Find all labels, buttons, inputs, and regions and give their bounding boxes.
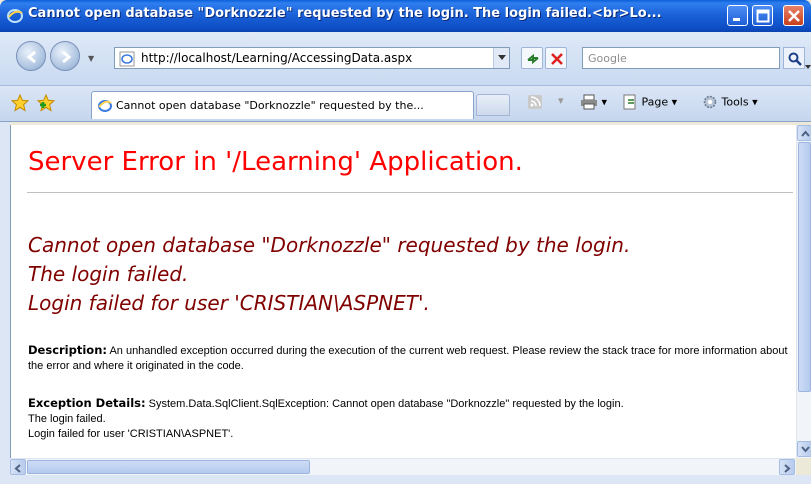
close-icon bbox=[788, 10, 800, 22]
error-line: Cannot open database "Dorknozzle" reques… bbox=[28, 233, 631, 257]
search-options-icon[interactable] bbox=[805, 55, 811, 74]
chevron-down-icon bbox=[498, 55, 506, 60]
scroll-thumb[interactable] bbox=[798, 142, 811, 392]
chevron-left-icon bbox=[14, 464, 21, 473]
vertical-scrollbar[interactable] bbox=[796, 125, 811, 458]
divider bbox=[27, 192, 793, 193]
feeds-button[interactable] bbox=[527, 94, 543, 114]
add-favorite-icon[interactable] bbox=[37, 94, 55, 112]
ie-page-icon bbox=[98, 100, 112, 112]
scroll-right-button[interactable] bbox=[779, 459, 795, 475]
print-button[interactable]: ▾ bbox=[580, 94, 607, 114]
title-bar: Cannot open database "Dorknozzle" reques… bbox=[0, 0, 811, 32]
description-text: An unhandled exception occurred during t… bbox=[28, 345, 788, 372]
back-button[interactable] bbox=[16, 41, 46, 71]
exception-label: Exception Details: bbox=[28, 396, 146, 410]
tab-label: Cannot open database "Dorknozzle" reques… bbox=[116, 99, 424, 112]
description-label: Description: bbox=[28, 343, 107, 357]
error-line: Login failed for user 'CRISTIAN\ASPNET'. bbox=[28, 291, 430, 315]
maximize-button[interactable] bbox=[752, 5, 773, 26]
favorites-star-icon[interactable] bbox=[11, 94, 29, 112]
address-dropdown-button[interactable] bbox=[493, 48, 509, 68]
page-title: Server Error in '/Learning' Application. bbox=[28, 147, 523, 177]
page-menu-label: Page bbox=[641, 95, 669, 109]
chevron-up-icon bbox=[801, 130, 810, 137]
page-menu[interactable]: Page ▾ bbox=[622, 94, 677, 114]
tab-current[interactable]: Cannot open database "Dorknozzle" reques… bbox=[91, 91, 474, 119]
error-line: The login failed. bbox=[28, 262, 189, 286]
page-menu-icon bbox=[623, 94, 636, 110]
forward-button[interactable] bbox=[50, 41, 80, 71]
search-icon bbox=[788, 52, 802, 66]
history-dropdown-icon[interactable]: ▼ bbox=[88, 54, 94, 63]
scroll-left-button[interactable] bbox=[10, 459, 26, 475]
exception-line: Login failed for user 'CRISTIAN\ASPNET'. bbox=[28, 428, 234, 440]
rss-feed-icon bbox=[528, 95, 542, 109]
search-placeholder[interactable]: Google bbox=[588, 52, 627, 65]
page-icon bbox=[119, 51, 135, 67]
horizontal-scroll-thumb[interactable] bbox=[27, 460, 310, 474]
search-button[interactable] bbox=[783, 47, 805, 69]
scroll-up-button[interactable] bbox=[797, 125, 811, 141]
minimize-icon bbox=[733, 18, 740, 21]
chevron-down-icon bbox=[801, 446, 810, 453]
horizontal-scrollbar[interactable] bbox=[10, 458, 796, 475]
tools-menu-label: Tools bbox=[721, 95, 749, 109]
exception-text: System.Data.SqlClient.SqlException: Cann… bbox=[148, 398, 624, 410]
maximize-icon bbox=[756, 9, 770, 23]
page-content: Server Error in '/Learning' Application.… bbox=[10, 125, 796, 458]
new-tab-button[interactable] bbox=[476, 94, 510, 116]
close-button[interactable] bbox=[783, 5, 804, 26]
forward-icon bbox=[62, 50, 72, 64]
window-frame bbox=[0, 122, 10, 475]
description-section: Description: An unhandled exception occu… bbox=[28, 343, 788, 374]
gear-icon bbox=[703, 95, 717, 109]
back-icon bbox=[26, 50, 36, 64]
chevron-right-icon bbox=[784, 464, 791, 473]
status-bar bbox=[0, 475, 811, 484]
refresh-button[interactable] bbox=[521, 47, 543, 69]
search-box[interactable]: Google bbox=[582, 47, 780, 69]
error-message: Cannot open database "Dorknozzle" reques… bbox=[28, 231, 630, 318]
scrollbar-corner bbox=[796, 458, 811, 475]
address-bar[interactable]: http://localhost/Learning/AccessingData.… bbox=[114, 47, 510, 69]
scroll-down-button[interactable] bbox=[797, 441, 811, 457]
window-title: Cannot open database "Dorknozzle" reques… bbox=[28, 6, 662, 21]
address-text[interactable]: http://localhost/Learning/AccessingData.… bbox=[141, 51, 412, 65]
exception-section: Exception Details: System.Data.SqlClient… bbox=[28, 396, 788, 442]
stop-icon bbox=[551, 53, 563, 65]
printer-icon bbox=[581, 94, 597, 110]
tab-bar: Cannot open database "Dorknozzle" reques… bbox=[0, 86, 811, 122]
stop-button[interactable] bbox=[545, 47, 567, 69]
feeds-dropdown-icon[interactable]: ▾ bbox=[558, 94, 564, 114]
tools-menu[interactable]: Tools ▾ bbox=[702, 94, 758, 114]
exception-line: The login failed. bbox=[28, 413, 106, 425]
refresh-icon bbox=[527, 53, 539, 65]
minimize-button[interactable] bbox=[727, 5, 748, 26]
ie-logo-icon bbox=[7, 9, 23, 23]
